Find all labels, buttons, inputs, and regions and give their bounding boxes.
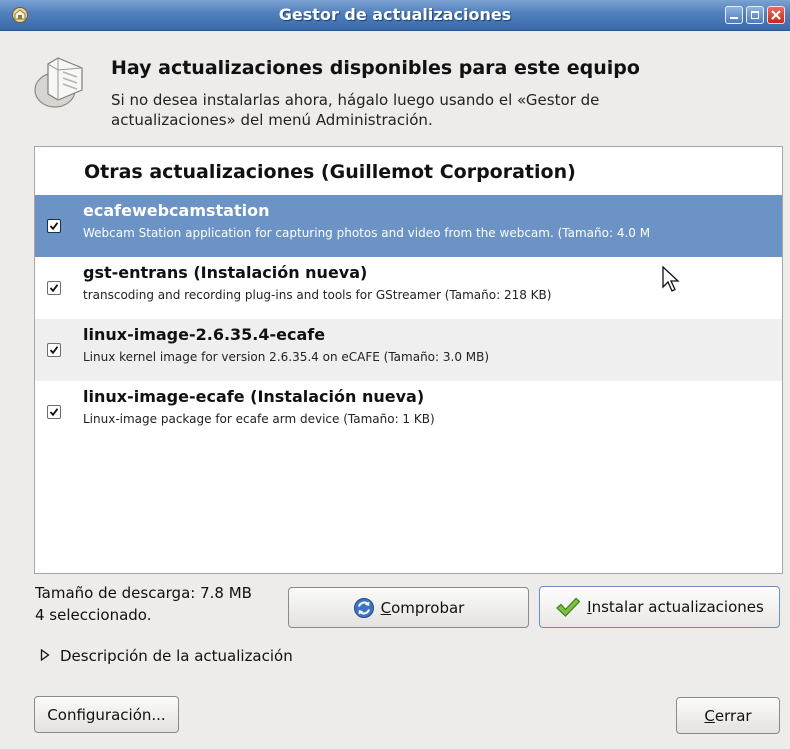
check-button-label: Comprobar [380,598,465,617]
group-header: Otras actualizaciones (Guillemot Corpora… [84,161,576,183]
maximize-button[interactable] [746,6,764,24]
selected-count: 4 seleccionado. [35,606,152,624]
check-button[interactable]: Comprobar [288,587,529,628]
checkmark-icon [49,408,59,417]
configuration-button[interactable]: Configuración... [34,696,179,733]
header-title: Hay actualizaciones disponibles para est… [111,57,640,79]
update-item-ecafewebcamstation[interactable]: ecafewebcamstation Webcam Station applic… [35,195,782,257]
close-button[interactable]: Cerrar [676,697,780,734]
update-description-expander[interactable]: Descripción de la actualización [40,647,293,665]
window-title: Gestor de actualizaciones [278,5,512,24]
configuration-button-label: Configuración... [47,705,166,724]
update-description: transcoding and recording plug-ins and t… [83,288,552,302]
update-item-linux-image-2-6-35-4-ecafe[interactable]: linux-image-2.6.35.4-ecafe Linux kernel … [35,319,782,381]
update-description: Linux-image package for ecafe arm device… [83,412,435,426]
install-updates-button[interactable]: Instalar actualizaciones [539,586,780,628]
header-description: Si no desea instalarlas ahora, hágalo lu… [111,91,600,129]
download-size: Tamaño de descarga: 7.8 MB [35,584,252,602]
update-name: ecafewebcamstation [83,201,270,220]
update-name: linux-image-2.6.35.4-ecafe [83,325,326,344]
update-checkbox[interactable] [47,281,61,295]
refresh-icon [353,597,374,618]
expander-label: Descripción de la actualización [60,647,293,665]
close-icon [771,10,781,20]
update-description: Linux kernel image for version 2.6.35.4 … [83,350,490,364]
maximize-icon [751,11,759,19]
close-window-button[interactable] [767,6,785,24]
update-checkbox[interactable] [47,343,61,357]
checkmark-icon [556,597,581,617]
update-description: Webcam Station application for capturing… [83,226,651,240]
install-button-label: Instalar actualizaciones [587,598,764,616]
update-name: linux-image-ecafe (Instalación nueva) [83,387,425,406]
update-list[interactable]: Otras actualizaciones (Guillemot Corpora… [34,146,783,574]
close-button-label: Cerrar [704,706,752,725]
update-name: gst-entrans (Instalación nueva) [83,263,368,282]
title-bar[interactable]: Gestor de actualizaciones [0,0,790,31]
checkmark-icon [49,222,59,231]
checkmark-icon [49,284,59,293]
minimize-button[interactable] [725,6,743,24]
minimize-icon [730,17,738,19]
checkmark-icon [49,346,59,355]
update-checkbox[interactable] [47,219,61,233]
updater-window: Gestor de actualizaciones Hay actualizac… [0,0,790,749]
expander-triangle-icon [40,649,50,661]
update-item-linux-image-ecafe[interactable]: linux-image-ecafe (Instalación nueva) Li… [35,381,782,443]
update-checkbox[interactable] [47,405,61,419]
mouse-cursor-icon [662,265,680,292]
package-updates-icon [34,57,83,108]
